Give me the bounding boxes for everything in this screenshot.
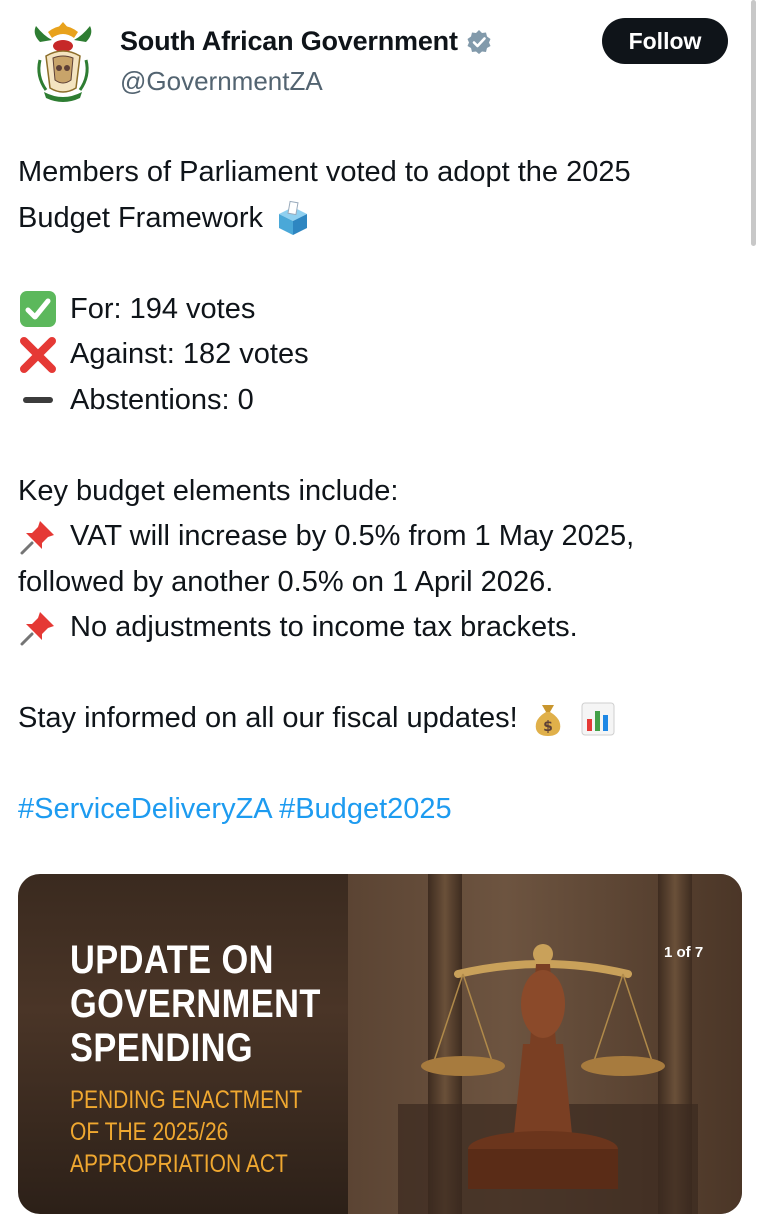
scrollbar[interactable]	[751, 0, 756, 246]
hashtags-line: #ServiceDeliveryZA #Budget2025	[18, 787, 738, 833]
media-title-line: UPDATE ON	[70, 938, 274, 982]
key-intro: Key budget elements include:	[18, 474, 399, 507]
post-text: Members of Parliament voted to adopt the…	[18, 150, 738, 833]
pushpin-icon	[20, 520, 54, 555]
handle[interactable]: @GovernmentZA	[120, 66, 323, 97]
stay-informed-line: Stay informed on all our fiscal updates!…	[18, 696, 738, 742]
ballot-box-icon	[279, 201, 307, 236]
vote-against-line: Against: 182 votes	[18, 332, 738, 378]
no-adjust: No adjustments to income tax brackets.	[70, 611, 578, 643]
text-line: followed by another 0.5% on 1 April 2026…	[18, 560, 738, 606]
media-title-line: SPENDING	[70, 1026, 254, 1070]
vat-line-1: VAT will increase by 0.5% from 1 May 202…	[70, 520, 635, 552]
media-image[interactable]: UPDATE ON GOVERNMENT SPENDING PENDING EN…	[18, 874, 742, 1214]
display-name[interactable]: South African Government	[120, 26, 458, 57]
pushpin-icon	[20, 611, 54, 646]
post-header: South African Government @GovernmentZA F…	[18, 14, 728, 104]
bar-chart-icon	[581, 702, 615, 736]
svg-text:$: $	[543, 719, 553, 735]
post-line-2: Budget Framework	[18, 201, 263, 234]
check-mark-button-icon	[20, 291, 56, 328]
scales-of-justice-icon	[398, 944, 698, 1214]
media-title: UPDATE ON GOVERNMENT SPENDING	[70, 938, 321, 1070]
media-subtitle: PENDING ENACTMENT OF THE 2025/26 APPROPR…	[70, 1084, 302, 1180]
media-subtitle-line: PENDING ENACTMENT	[70, 1086, 303, 1114]
abstentions: Abstentions: 0	[70, 383, 254, 416]
name-row: South African Government	[120, 26, 492, 57]
verified-badge-icon	[467, 29, 491, 54]
against-votes: Against: 182 votes	[70, 338, 309, 370]
hashtags[interactable]: #ServiceDeliveryZA #Budget2025	[18, 787, 452, 833]
text-line: Members of Parliament voted to adopt the…	[18, 150, 738, 196]
follow-button[interactable]: Follow	[602, 18, 728, 64]
vat-line: VAT will increase by 0.5% from 1 May 202…	[18, 514, 738, 560]
media-title-line: GOVERNMENT	[70, 982, 321, 1026]
vote-for-line: For: 194 votes	[18, 287, 738, 333]
abstentions-line: Abstentions: 0	[18, 378, 738, 424]
stay-informed: Stay informed on all our fiscal updates!	[18, 702, 518, 734]
media-subtitle-line: APPROPRIATION ACT	[70, 1150, 288, 1178]
slide-counter: 1 of 7	[664, 944, 704, 961]
text-line: Budget Framework	[18, 196, 738, 242]
media-subtitle-line: OF THE 2025/26	[70, 1118, 229, 1146]
no-adjust-line: No adjustments to income tax brackets.	[18, 605, 738, 651]
minus-icon	[23, 397, 53, 404]
avatar[interactable]	[26, 16, 100, 104]
money-bag-icon: $	[535, 704, 561, 736]
vat-line-2: followed by another 0.5% on 1 April 2026…	[18, 565, 554, 598]
for-votes: For: 194 votes	[70, 292, 256, 325]
text-line: Key budget elements include:	[18, 469, 738, 515]
cross-mark-icon	[20, 336, 56, 373]
post-line-1: Members of Parliament voted to adopt the…	[18, 156, 631, 188]
